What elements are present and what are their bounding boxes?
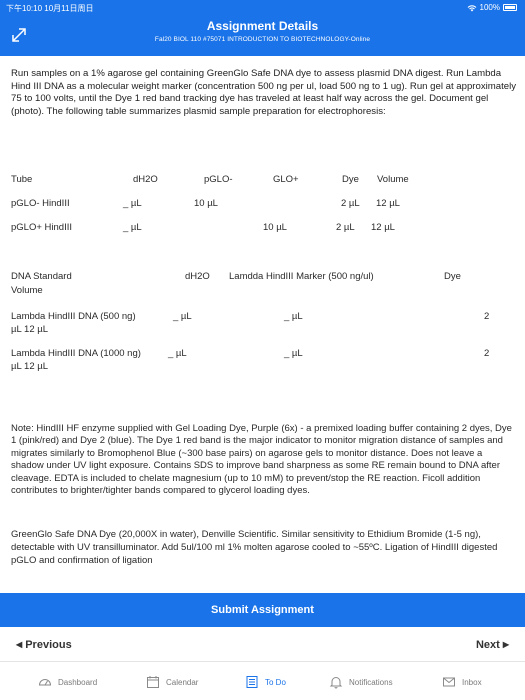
course-subtitle: Fal20 BIOL 110 #75071 INTRODUCTION TO BI…	[154, 36, 371, 43]
table-cell: µL 12 µL	[11, 361, 49, 372]
table-row-wrap: µL 12 µL	[11, 324, 48, 335]
table-cell: _ µL	[123, 222, 142, 233]
note-paragraph: Note: HindIII HF enzyme supplied with Ge…	[11, 423, 512, 497]
pager: ◀ Previous Next ▶	[0, 630, 525, 662]
tab-inbox[interactable]: Inbox	[442, 675, 482, 689]
previous-button[interactable]: ◀ Previous	[16, 639, 72, 651]
next-button[interactable]: Next ▶	[476, 639, 509, 651]
table-cell: 10 µL	[194, 198, 218, 209]
previous-label: Previous	[25, 639, 72, 651]
col-header: dH2O	[133, 174, 158, 185]
table-cell: _ µL	[173, 311, 192, 322]
tab-dashboard[interactable]: Dashboard	[38, 675, 97, 689]
table-cell: pGLO+ HindIII	[11, 222, 72, 233]
dye-paragraph: GreenGlo Safe DNA Dye (20,000X in water)…	[11, 529, 498, 567]
status-indicators: 100%	[467, 3, 517, 12]
tab-calendar[interactable]: Calendar	[146, 675, 198, 689]
col-header: Volume	[11, 285, 43, 296]
table-cell: _ µL	[284, 348, 303, 359]
calendar-icon	[147, 676, 159, 688]
inbox-icon	[443, 677, 455, 687]
tab-bar: Dashboard Calendar To Do Notifications I…	[0, 671, 525, 697]
table-header-row-wrap: Volume	[11, 285, 43, 296]
col-header: dH2O	[185, 271, 210, 282]
bell-icon	[329, 677, 343, 689]
table-cell: pGLO- HindIII	[11, 198, 70, 209]
col-header: Dye	[342, 174, 359, 185]
table-cell: 12 µL	[371, 222, 395, 233]
submit-assignment-button[interactable]: Submit Assignment	[0, 593, 525, 627]
dashboard-icon	[38, 679, 52, 686]
table-cell: 2	[484, 311, 490, 322]
table-cell: _ µL	[284, 311, 303, 322]
tab-label: Inbox	[462, 677, 482, 687]
table-cell: Lambda HindIII DNA (1000 ng)	[11, 348, 141, 359]
next-label: Next	[475, 639, 500, 651]
table-cell: µL 12 µL	[11, 324, 49, 335]
wifi-icon	[467, 4, 476, 11]
col-header: DNA Standard	[11, 271, 72, 282]
table-cell: _ µL	[168, 348, 187, 359]
table-cell: 2	[484, 348, 490, 359]
table-cell: _ µL	[123, 198, 142, 209]
status-bar: 下午10:10 10月11日周日 100%	[0, 0, 525, 16]
col-header: Dye	[444, 271, 461, 282]
col-header: Lamdda HindIII Marker (500 ng/ul)	[229, 271, 374, 282]
table-cell: 2 µL	[336, 222, 355, 233]
tab-notifications[interactable]: Notifications	[329, 675, 393, 689]
battery-percent: 100%	[479, 3, 500, 12]
header: Assignment Details Fal20 BIOL 110 #75071…	[0, 16, 525, 56]
tab-todo[interactable]: To Do	[245, 675, 286, 689]
col-header: pGLO-	[204, 174, 233, 185]
triangle-right-icon: ▶	[502, 640, 509, 649]
table-cell: 10 µL	[263, 222, 287, 233]
col-header: Volume	[377, 174, 409, 185]
table-cell: Lambda HindIII DNA (500 ng)	[11, 311, 136, 322]
table-cell: 2 µL	[341, 198, 360, 209]
col-header: Tube	[11, 174, 33, 185]
col-header: GLO+	[273, 174, 299, 185]
tab-label: Dashboard	[58, 677, 98, 687]
tab-label: To Do	[265, 677, 286, 687]
tab-label: Notifications	[349, 677, 393, 687]
status-time: 下午10:10 10月11日周日	[6, 4, 94, 13]
todo-icon	[246, 676, 258, 688]
page-title: Assignment Details	[206, 19, 319, 33]
triangle-left-icon: ◀	[16, 640, 23, 649]
intro-paragraph: Run samples on a 1% agarose gel containi…	[11, 68, 517, 117]
table-cell: 12 µL	[376, 198, 400, 209]
battery-icon	[503, 4, 517, 11]
table-row-wrap: µL 12 µL	[11, 361, 48, 372]
tab-label: Calendar	[166, 677, 199, 687]
